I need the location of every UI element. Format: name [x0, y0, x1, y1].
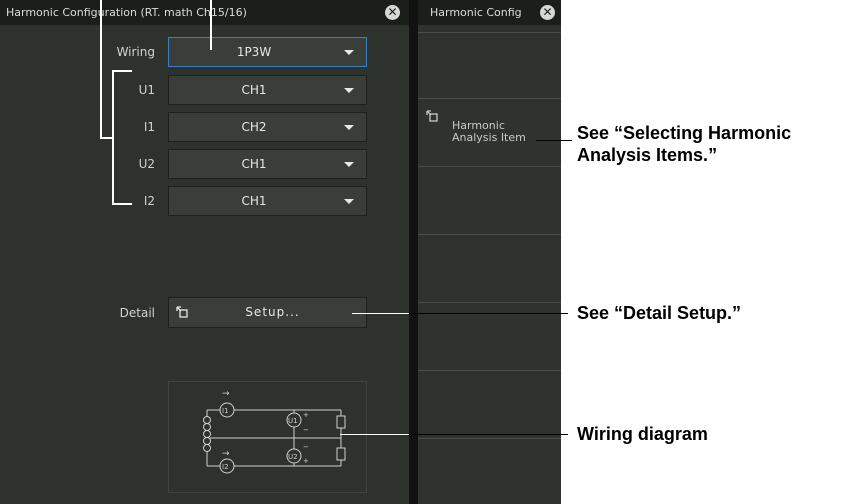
callout-detail-setup: See “Detail Setup.” [577, 303, 742, 323]
wiring-diagram: I1 I2 U1 U2 + − − + → → [168, 381, 367, 493]
u2-symbol: U2 [288, 453, 298, 461]
open-dialog-icon [426, 110, 438, 122]
wiring-value: 1P3W [236, 45, 272, 59]
divider [418, 302, 561, 303]
chevron-down-icon [344, 162, 354, 167]
chevron-down-icon [344, 199, 354, 204]
i2-symbol: I2 [222, 463, 229, 471]
callout-line [409, 313, 568, 314]
minus-sign: − [303, 443, 309, 451]
i2-value: CH1 [241, 194, 267, 208]
divider [418, 370, 561, 371]
setup-button[interactable]: Setup... [168, 297, 367, 328]
wiring-dropdown[interactable]: 1P3W [168, 37, 367, 67]
detail-label: Detail [119, 306, 155, 320]
plus-sign: + [303, 457, 309, 465]
i2-dropdown[interactable]: CH1 [168, 186, 367, 216]
u2-value: CH1 [241, 157, 267, 171]
i1-label: I1 [143, 120, 155, 134]
divider [418, 166, 561, 167]
minus-sign: − [303, 426, 309, 434]
callout-line [409, 434, 568, 435]
chevron-down-icon [344, 88, 354, 93]
close-icon[interactable]: ✕ [540, 5, 555, 20]
u1-value: CH1 [241, 83, 267, 97]
divider [418, 32, 561, 33]
u2-dropdown[interactable]: CH1 [168, 149, 367, 179]
wiring-label: Wiring [116, 45, 155, 59]
chevron-down-icon [344, 50, 354, 55]
i1-symbol: I1 [222, 407, 229, 415]
plus-sign: + [303, 411, 309, 419]
divider [418, 438, 561, 439]
wiring-diagram-svg: I1 I2 U1 U2 + − − + → → [203, 389, 346, 474]
bracket-join [100, 137, 113, 139]
callout-line2: Analysis Items.” [577, 145, 718, 165]
callout-line1: See “Selecting Harmonic [577, 123, 792, 143]
panel-divider [409, 0, 418, 504]
arrow-right-icon: → [222, 389, 230, 399]
arrow-right-icon: → [222, 449, 230, 459]
i1-dropdown[interactable]: CH2 [168, 112, 367, 142]
harmonic-analysis-item-button[interactable]: Harmonic Analysis Item [418, 100, 561, 166]
u2-label: U2 [138, 157, 155, 171]
bracket-top [112, 70, 132, 72]
callout-wiring-diagram: Wiring diagram [577, 424, 708, 444]
leader-line [100, 0, 102, 138]
callout-line [536, 140, 572, 141]
u1-dropdown[interactable]: CH1 [168, 75, 367, 105]
callout-selecting-harmonic: See “Selecting Harmonic Analysis Items.” [577, 122, 791, 166]
panel-titlebar: Harmonic Configuration (RT. math Ch15/16… [0, 0, 409, 25]
u1-label: U1 [138, 83, 155, 97]
divider [418, 98, 561, 99]
chevron-down-icon [344, 125, 354, 130]
harmonic-configuration-panel: Harmonic Configuration (RT. math Ch15/16… [0, 0, 409, 504]
bracket-bottom [112, 203, 132, 205]
panel-titlebar: Harmonic Config ✕ [418, 0, 561, 25]
harmonic-config-panel: Harmonic Config ✕ Harmonic Analysis Item [418, 0, 561, 504]
close-icon[interactable]: ✕ [385, 5, 400, 20]
i1-value: CH2 [241, 120, 267, 134]
u1-symbol: U1 [288, 417, 298, 425]
divider [418, 234, 561, 235]
panel-title: Harmonic Config [430, 6, 522, 19]
harmonic-item-line2: Analysis Item [452, 131, 526, 144]
leader-line [210, 0, 212, 50]
i2-label: I2 [143, 194, 155, 208]
setup-label: Setup... [245, 305, 300, 319]
